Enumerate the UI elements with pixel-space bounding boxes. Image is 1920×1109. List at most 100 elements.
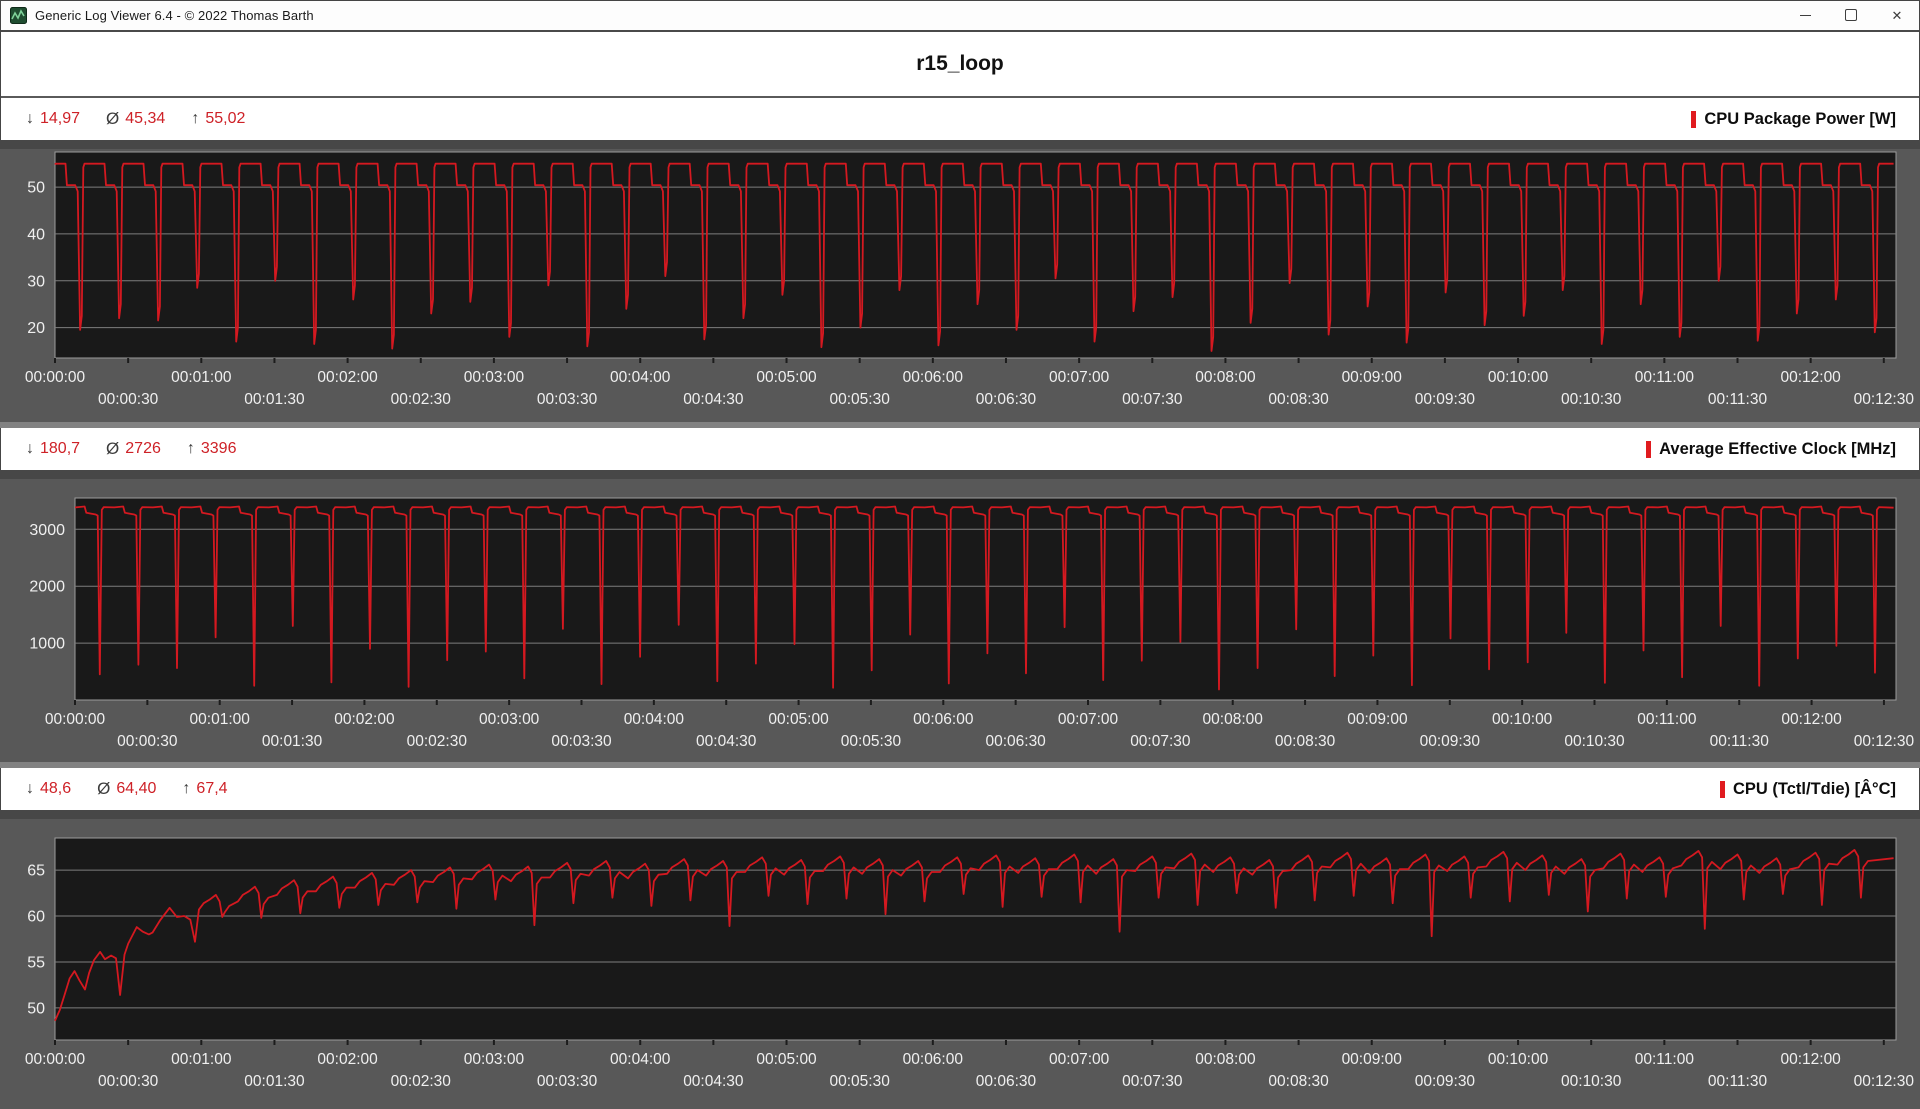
stats-row-effective-clock: ↓ 180,7 Ø 2726 ↑ 3396 Average Effective Clo… bbox=[0, 428, 1920, 470]
cpu-temp-chart[interactable]: 50 55 60 65 00:00:00 00:01:00 00:02:00 00:03:00… bbox=[0, 810, 1920, 1109]
x-tick-label: 00:02:30 bbox=[407, 733, 468, 750]
x-tick-label: 00:02:00 bbox=[317, 1051, 378, 1068]
zone-bottom-band bbox=[0, 422, 1920, 428]
x-tick-label: 00:11:00 bbox=[1637, 711, 1697, 728]
window-title: Generic Log Viewer 6.4 - © 2022 Thomas B… bbox=[35, 7, 314, 23]
x-tick-label: 00:00:30 bbox=[117, 733, 178, 750]
x-tick-label: 00:01:00 bbox=[190, 711, 251, 728]
y-tick-label: 2000 bbox=[29, 579, 65, 596]
avg-value: 45,34 bbox=[125, 110, 166, 127]
x-tick-label: 00:06:00 bbox=[903, 1051, 964, 1068]
x-tick-label: 00:11:30 bbox=[1708, 1073, 1768, 1090]
x-tick-label: 00:11:00 bbox=[1635, 369, 1695, 386]
series-color-swatch bbox=[1691, 110, 1697, 128]
x-tick-label: 00:09:30 bbox=[1420, 733, 1481, 750]
y-tick-label: 1000 bbox=[29, 636, 65, 653]
x-tick-label: 00:09:00 bbox=[1347, 711, 1408, 728]
x-tick-label: 00:11:30 bbox=[1708, 391, 1768, 408]
x-tick-label: 00:11:30 bbox=[1710, 733, 1770, 750]
chart-title: CPU (Tctl/Tdie) [Â°C] bbox=[1732, 779, 1896, 798]
x-tick-label: 00:06:30 bbox=[985, 733, 1046, 750]
x-tick-label: 00:10:30 bbox=[1561, 1073, 1622, 1090]
x-tick-label: 00:03:30 bbox=[537, 391, 598, 408]
x-tick-label: 00:04:00 bbox=[610, 369, 671, 386]
x-tick-label: 00:01:30 bbox=[244, 1073, 305, 1090]
y-tick-label: 65 bbox=[27, 863, 45, 880]
close-button[interactable]: ✕ bbox=[1874, 0, 1920, 30]
plot-area[interactable] bbox=[54, 837, 1897, 1041]
series-color-swatch bbox=[1719, 780, 1725, 798]
x-tick-label: 00:07:00 bbox=[1049, 1051, 1110, 1068]
stats-values: ↓ 180,7 Ø 2726 ↑ 3396 bbox=[26, 439, 250, 459]
x-tick-label: 00:08:30 bbox=[1268, 391, 1329, 408]
average-icon: Ø bbox=[106, 439, 120, 458]
window-controls: ✕ bbox=[1782, 0, 1920, 30]
x-tick-label: 00:05:00 bbox=[768, 711, 829, 728]
stats-values: ↓ 14,97 Ø 45,34 ↑ 55,02 bbox=[26, 109, 259, 129]
x-tick-label: 00:10:00 bbox=[1488, 1051, 1549, 1068]
x-tick-label: 00:12:30 bbox=[1854, 733, 1915, 750]
max-value: 67,4 bbox=[196, 780, 228, 797]
min-value: 14,97 bbox=[40, 110, 81, 127]
series-label-cpu-power: CPU Package Power [W] bbox=[1691, 110, 1896, 129]
x-tick-label: 00:12:30 bbox=[1854, 1073, 1915, 1090]
x-tick-label: 00:09:00 bbox=[1342, 1051, 1403, 1068]
x-tick-label: 00:04:30 bbox=[683, 1073, 744, 1090]
x-tick-label: 00:07:00 bbox=[1058, 711, 1119, 728]
x-tick-label: 00:03:00 bbox=[464, 369, 525, 386]
y-tick-label: 50 bbox=[27, 180, 45, 197]
max-arrow-icon: ↑ bbox=[191, 110, 200, 127]
y-tick-label: 30 bbox=[27, 273, 45, 290]
y-tick-label: 20 bbox=[27, 320, 45, 337]
x-tick-label: 00:10:00 bbox=[1492, 711, 1553, 728]
x-tick-label: 00:01:30 bbox=[262, 733, 323, 750]
minimize-icon bbox=[1799, 14, 1811, 16]
x-tick-label: 00:03:00 bbox=[479, 711, 540, 728]
close-icon: ✕ bbox=[1891, 7, 1903, 23]
series-label-cpu-temp: CPU (Tctl/Tdie) [Â°C] bbox=[1719, 779, 1896, 799]
x-tick-label: 00:06:00 bbox=[903, 369, 964, 386]
x-tick-label: 00:08:00 bbox=[1203, 711, 1264, 728]
x-tick-label: 00:03:30 bbox=[551, 733, 612, 750]
x-tick-label: 00:07:30 bbox=[1130, 733, 1191, 750]
x-tick-label: 00:04:30 bbox=[696, 733, 757, 750]
minimize-button[interactable] bbox=[1782, 0, 1828, 30]
x-tick-label: 00:08:30 bbox=[1275, 733, 1336, 750]
cpu-power-chart-zone: 20 30 40 50 00:00:00 00:01:00 00:02:00 00:03:00… bbox=[0, 140, 1920, 428]
min-value: 48,6 bbox=[40, 780, 72, 797]
x-tick-label: 00:12:00 bbox=[1780, 1051, 1841, 1068]
x-tick-label: 00:03:00 bbox=[464, 1051, 525, 1068]
x-tick-label: 00:01:30 bbox=[244, 391, 305, 408]
x-tick-label: 00:00:00 bbox=[25, 1051, 86, 1068]
x-tick-label: 00:05:30 bbox=[830, 391, 891, 408]
stats-values: ↓ 48,6 Ø 64,40 ↑ 67,4 bbox=[26, 779, 242, 799]
stats-row-cpu-temp: ↓ 48,6 Ø 64,40 ↑ 67,4 CPU (Tctl/Tdie) [Â°C] bbox=[0, 768, 1920, 810]
maximize-icon bbox=[1845, 9, 1857, 21]
zone-top-band bbox=[0, 810, 1920, 819]
max-arrow-icon: ↑ bbox=[182, 780, 191, 797]
x-tick-label: 00:00:00 bbox=[45, 711, 106, 728]
avg-value: 64,40 bbox=[116, 780, 157, 797]
y-tick-label: 50 bbox=[27, 1000, 45, 1017]
x-tick-label: 00:12:30 bbox=[1854, 391, 1915, 408]
x-tick-label: 00:07:30 bbox=[1122, 1073, 1183, 1090]
x-tick-label: 00:12:00 bbox=[1780, 369, 1841, 386]
x-tick-label: 00:00:00 bbox=[25, 369, 86, 386]
cpu-power-chart[interactable]: 20 30 40 50 00:00:00 00:01:00 00:02:00 00:03:00… bbox=[0, 140, 1920, 428]
x-tick-label: 00:06:30 bbox=[976, 391, 1037, 408]
min-arrow-icon: ↓ bbox=[26, 440, 34, 457]
min-value: 180,7 bbox=[40, 440, 81, 457]
max-value: 3396 bbox=[200, 440, 237, 457]
x-tick-label: 00:05:30 bbox=[841, 733, 902, 750]
x-tick-label: 00:09:30 bbox=[1415, 391, 1476, 408]
effective-clock-chart[interactable]: 1000 2000 3000 00:00:00 00:01:00 00:02:00 00:0… bbox=[0, 470, 1920, 768]
maximize-button[interactable] bbox=[1828, 0, 1874, 30]
series-label-effective-clock: Average Effective Clock [MHz] bbox=[1646, 440, 1896, 459]
x-tick-label: 00:08:30 bbox=[1268, 1073, 1329, 1090]
x-tick-label: 00:05:00 bbox=[756, 369, 817, 386]
x-tick-label: 00:06:30 bbox=[976, 1073, 1037, 1090]
x-tick-label: 00:10:30 bbox=[1564, 733, 1625, 750]
y-tick-label: 60 bbox=[27, 909, 45, 926]
titlebar[interactable]: Generic Log Viewer 6.4 - © 2022 Thomas B… bbox=[0, 0, 1920, 32]
page-title: r15_loop bbox=[916, 52, 1004, 75]
